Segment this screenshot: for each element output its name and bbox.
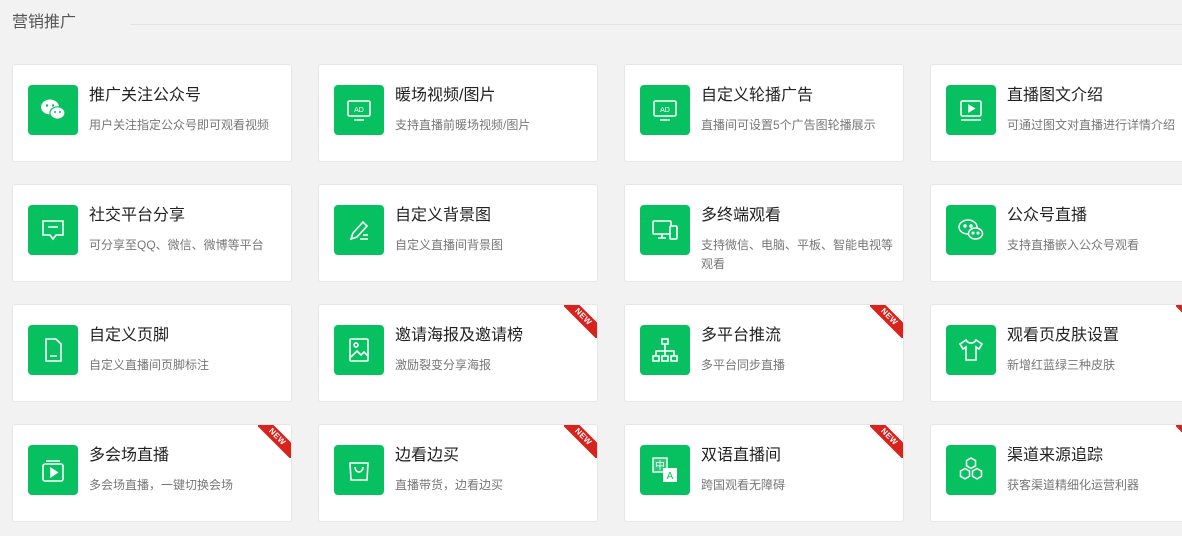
card-description: 可通过图文对直播进行详情介绍 — [1007, 118, 1176, 132]
feature-card[interactable]: AD 自定义轮播广告直播间可设置5个广告图轮播展示 — [624, 64, 904, 162]
video-play-icon — [946, 85, 996, 135]
feature-card[interactable]: 渠道来源追踪获客渠道精细化运营利器 NEW — [930, 424, 1182, 522]
card-title: 多终端观看 — [701, 207, 782, 224]
feature-grid: 推广关注公众号用户关注指定公众号即可观看视频 AD 暖场视频/图片支持直播前暖场视频… — [12, 64, 1182, 536]
new-badge: NEW — [564, 305, 597, 338]
section-title: 营销推广 — [12, 14, 77, 31]
card-description: 直播带货，边看边买 — [395, 478, 504, 492]
new-badge: NEW — [1176, 425, 1182, 458]
feature-card[interactable]: 边看边买直播带货，边看边买 NEW — [318, 424, 598, 522]
card-description: 自定义直播间页脚标注 — [89, 358, 210, 372]
new-badge-label: NEW — [564, 425, 597, 458]
new-badge-label: NEW — [564, 305, 597, 338]
card-description: 获客渠道精细化运营利器 — [1007, 478, 1140, 492]
feature-card[interactable]: 直播图文介绍可通过图文对直播进行详情介绍 — [930, 64, 1182, 162]
feature-card[interactable]: 自定义背景图 自定义直播间背景图 — [318, 184, 598, 282]
card-description: 用户关注指定公众号即可观看视频 — [89, 118, 270, 132]
wechat-outline-icon — [946, 205, 996, 255]
card-description: 支持直播前暖场视频/图片 — [395, 118, 531, 132]
card-title: 自定义轮播广告 — [701, 87, 814, 104]
svg-text:AD: AD — [354, 107, 364, 114]
card-title: 渠道来源追踪 — [1007, 447, 1104, 464]
feature-card[interactable]: 中 A 双语直播间跨国观看无障碍 NEW — [624, 424, 904, 522]
document-icon — [28, 325, 78, 375]
svg-text:AD: AD — [660, 107, 670, 114]
feature-card[interactable]: 推广关注公众号用户关注指定公众号即可观看视频 — [12, 64, 292, 162]
feature-card[interactable]: 多平台推流多平台同步直播 NEW — [624, 304, 904, 402]
card-description: 直播间可设置5个广告图轮播展示 — [701, 118, 876, 132]
feature-card[interactable]: 多终端观看支持微信、电脑、平板、智能电视等观看 — [624, 184, 904, 282]
devices-icon — [640, 205, 690, 255]
feature-card[interactable]: AD 暖场视频/图片支持直播前暖场视频/图片 — [318, 64, 598, 162]
card-description: 多平台同步直播 — [701, 358, 786, 372]
multi-venue-icon — [28, 445, 78, 495]
feature-card[interactable]: 公众号直播支持直播嵌入公众号观看 — [930, 184, 1182, 282]
card-title: 公众号直播 — [1007, 207, 1088, 224]
share-icon — [28, 205, 78, 255]
card-title: 观看页皮肤设置 — [1007, 327, 1120, 344]
shopping-bag-icon — [334, 445, 384, 495]
new-badge: NEW — [1176, 305, 1182, 338]
ad-carousel-icon: AD — [640, 85, 690, 135]
card-title: 推广关注公众号 — [89, 87, 202, 104]
ad-screen-icon: AD — [334, 85, 384, 135]
translate-icon: 中A — [640, 445, 690, 495]
card-description: 支持直播嵌入公众号观看 — [1007, 238, 1140, 252]
card-description: 可分享至QQ、微信、微博等平台 — [89, 238, 264, 252]
hexagons-icon — [946, 445, 996, 495]
new-badge: NEW — [870, 425, 903, 458]
card-description: 跨国观看无障碍 — [701, 478, 786, 492]
new-badge-label: NEW — [870, 305, 903, 338]
new-badge-label: NEW — [258, 425, 291, 458]
card-title: 邀请海报及邀请榜 — [395, 327, 524, 344]
card-description: 多会场直播，一键切换会场 — [89, 478, 234, 492]
feature-card[interactable]: 观看页皮肤设置新增红蓝绿三种皮肤 NEW — [930, 304, 1182, 402]
card-title: 双语直播间 — [701, 447, 782, 464]
card-title: 自定义页脚 — [89, 327, 170, 344]
new-badge-label: NEW — [1176, 425, 1182, 458]
feature-card[interactable]: 社交平台分享可分享至QQ、微信、微博等平台 — [12, 184, 292, 282]
feature-card[interactable]: 多会场直播多会场直播，一键切换会场 NEW — [12, 424, 292, 522]
feature-card[interactable]: 邀请海报及邀请榜 激励裂变分享海报 NEW — [318, 304, 598, 402]
new-badge-label: NEW — [870, 425, 903, 458]
poster-icon — [334, 325, 384, 375]
wechat-icon — [28, 85, 78, 135]
card-title: 暖场视频/图片 — [395, 87, 496, 104]
card-title: 直播图文介绍 — [1007, 87, 1104, 104]
tshirt-icon — [946, 325, 996, 375]
card-description: 激励裂变分享海报 — [395, 358, 492, 372]
new-badge: NEW — [870, 305, 903, 338]
card-description: 支持微信、电脑、平板、智能电视等观看 — [701, 238, 894, 271]
card-title: 社交平台分享 — [89, 207, 186, 224]
card-description: 新增红蓝绿三种皮肤 — [1007, 358, 1116, 372]
section-divider — [130, 24, 1182, 25]
pencil-icon — [334, 205, 384, 255]
new-badge: NEW — [258, 425, 291, 458]
card-title: 多会场直播 — [89, 447, 170, 464]
card-title: 多平台推流 — [701, 327, 782, 344]
new-badge: NEW — [564, 425, 597, 458]
new-badge-label: NEW — [1176, 305, 1182, 338]
card-title: 自定义背景图 — [395, 207, 492, 224]
card-description: 自定义直播间背景图 — [395, 238, 504, 252]
svg-text:A: A — [667, 471, 674, 482]
feature-card[interactable]: 自定义页脚自定义直播间页脚标注 — [12, 304, 292, 402]
network-icon — [640, 325, 690, 375]
card-title: 边看边买 — [395, 447, 460, 464]
